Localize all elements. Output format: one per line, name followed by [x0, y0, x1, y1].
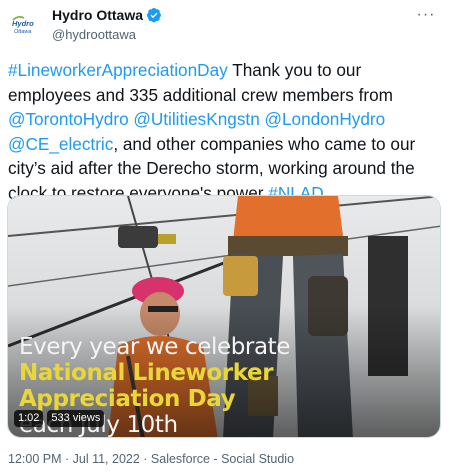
verified-badge-icon	[147, 8, 162, 23]
tweet-link[interactable]: @TorontoHydro	[8, 109, 129, 129]
tweet-link[interactable]: @CE_electric	[8, 134, 113, 154]
video-badges: 1:02 533 views	[14, 410, 105, 427]
tweet-header: Hydro Ottawa Hydro Ottawa @hydroottawa ·…	[0, 0, 450, 56]
tweet-link[interactable]: #LineworkerAppreciationDay	[8, 60, 228, 80]
logo-text-bottom: Ottawa	[14, 29, 31, 35]
video-views: 533 views	[47, 410, 105, 427]
tweet-timestamp[interactable]: 12:00 PM · Jul 11, 2022 · Salesforce - S…	[8, 452, 294, 466]
more-options-button[interactable]: ···	[412, 6, 440, 28]
caption-line-3: Appreciation Day	[19, 386, 236, 412]
video-duration: 1:02	[14, 410, 44, 427]
video-player[interactable]: Every year we celebrate National Linewor…	[7, 195, 441, 438]
tweet-link[interactable]: @LondonHydro	[265, 109, 386, 129]
author-name[interactable]: Hydro Ottawa	[52, 7, 143, 23]
hydro-ottawa-logo: Hydro Ottawa	[10, 11, 38, 39]
tweet-text: #LineworkerAppreciationDay Thank you to …	[8, 58, 444, 206]
caption-line-2: National Lineworker	[19, 360, 274, 386]
caption-line-1: Every year we celebrate	[19, 334, 291, 360]
author-handle[interactable]: @hydroottawa	[52, 27, 162, 42]
author-block: Hydro Ottawa @hydroottawa	[52, 6, 162, 42]
avatar[interactable]: Hydro Ottawa	[10, 11, 38, 39]
tweet-link[interactable]: @UtilitiesKngstn	[133, 109, 259, 129]
ellipsis-icon: ···	[416, 6, 436, 23]
logo-text-top: Hydro	[12, 19, 34, 28]
